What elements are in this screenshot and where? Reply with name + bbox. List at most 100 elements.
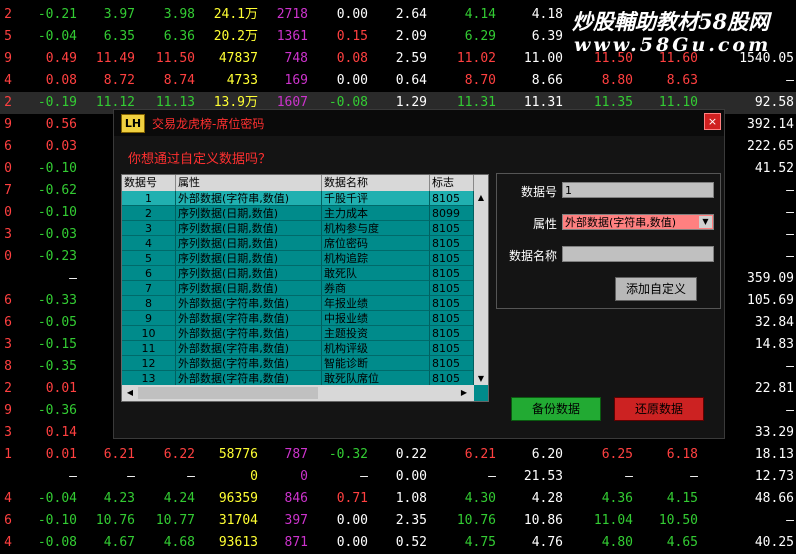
- attribute-select-value: 外部数据(字符串,数值): [565, 216, 677, 229]
- close-button[interactable]: ×: [704, 113, 721, 130]
- table-cell: 8105: [430, 236, 474, 251]
- table-cell: 8105: [430, 281, 474, 296]
- scroll-left-icon[interactable]: ◀: [124, 385, 136, 401]
- quote-cell: 846: [284, 491, 308, 506]
- table-row[interactable]: 3 序列数据(日期,数值) 机构参与度 8105: [122, 221, 474, 236]
- table-cell: 主力成本: [322, 206, 430, 221]
- table-row[interactable]: 8 外部数据(字符串,数值) 年报业绩 8105: [122, 296, 474, 311]
- column-header-data-no[interactable]: 数据号: [122, 175, 176, 191]
- quote-cell: 0.52: [395, 535, 427, 550]
- table-cell: 4: [122, 236, 176, 251]
- backup-data-button[interactable]: 备份数据: [511, 397, 601, 421]
- quote-cell: 0.15: [336, 29, 368, 44]
- horizontal-scroll-thumb[interactable]: [138, 387, 318, 399]
- table-cell: 券商: [322, 281, 430, 296]
- quote-row[interactable]: – – – 0 0 – 0.00 – 21.53 – – 12.73: [0, 466, 796, 488]
- quote-cell: 4733: [226, 73, 258, 88]
- quote-cell: 8.80: [601, 73, 633, 88]
- table-cell: 外部数据(字符串,数值): [176, 191, 322, 206]
- quote-cell: 748: [284, 51, 308, 66]
- quote-cell: 40.25: [754, 535, 794, 550]
- table-cell: 机构参与度: [322, 221, 430, 236]
- quote-cell: -0.15: [37, 337, 77, 352]
- quote-cell: 169: [284, 73, 308, 88]
- table-cell: 6: [122, 266, 176, 281]
- quote-row[interactable]: 4 -0.08 4.67 4.68 93613 871 0.00 0.52 4.75 4.76 4.…: [0, 532, 796, 554]
- quote-cell: 4.15: [666, 491, 698, 506]
- table-cell: 外部数据(字符串,数值): [176, 371, 322, 386]
- table-cell: 序列数据(日期,数值): [176, 266, 322, 281]
- table-cell: 序列数据(日期,数值): [176, 221, 322, 236]
- table-cell: 主题投资: [322, 326, 430, 341]
- table-row[interactable]: 2 序列数据(日期,数值) 主力成本 8099: [122, 206, 474, 221]
- quote-cell: 3.97: [103, 7, 135, 22]
- quote-row[interactable]: 1 0.01 6.21 6.22 58776 787 -0.32 0.22 6.21 6.20 6.…: [0, 444, 796, 466]
- custom-data-dialog: LH 交易龙虎榜-席位密码 × 你想通过自定义数据吗？ 数据号 属性 数据名称 …: [113, 109, 725, 439]
- dialog-titlebar[interactable]: LH 交易龙虎榜-席位密码 ×: [114, 110, 724, 136]
- quote-row[interactable]: 4 -0.04 4.23 4.24 96359 846 0.71 1.08 4.30 4.28 4.…: [0, 488, 796, 510]
- table-cell: 8105: [430, 356, 474, 371]
- table-row[interactable]: 12 外部数据(字符串,数值) 智能诊断 8105: [122, 356, 474, 371]
- scroll-up-icon[interactable]: ▲: [474, 191, 488, 204]
- quote-cell: 4.76: [531, 535, 563, 550]
- table-row[interactable]: 5 序列数据(日期,数值) 机构追踪 8105: [122, 251, 474, 266]
- table-row[interactable]: 6 序列数据(日期,数值) 敢死队 8105: [122, 266, 474, 281]
- quote-cell: 58776: [218, 447, 258, 462]
- table-row[interactable]: 9 外部数据(字符串,数值) 中报业绩 8105: [122, 311, 474, 326]
- quote-cell: 9: [4, 117, 12, 132]
- table-row[interactable]: 10 外部数据(字符串,数值) 主题投资 8105: [122, 326, 474, 341]
- quote-cell: -0.03: [37, 227, 77, 242]
- table-cell: 机构追踪: [322, 251, 430, 266]
- quote-cell: 0.14: [45, 425, 77, 440]
- column-header-attribute[interactable]: 属性: [176, 175, 322, 191]
- watermark: 炒股輔助教材58股网 www.58Gu.com: [572, 6, 794, 60]
- table-vertical-scrollbar[interactable]: ▲ ▼: [474, 191, 488, 385]
- chevron-down-icon[interactable]: ▼: [699, 216, 712, 228]
- custom-data-table[interactable]: 数据号 属性 数据名称 标志 1 外部数据(字符串,数值) 千股千评 8105 2 序列数…: [121, 174, 489, 402]
- quote-cell: 11.00: [523, 51, 563, 66]
- data-name-input[interactable]: [562, 246, 714, 262]
- restore-data-button[interactable]: 还原数据: [614, 397, 704, 421]
- quote-cell: 48.66: [754, 491, 794, 506]
- quote-cell: 0: [4, 205, 12, 220]
- table-row[interactable]: 11 外部数据(字符串,数值) 机构评级 8105: [122, 341, 474, 356]
- scroll-down-icon[interactable]: ▼: [474, 372, 488, 385]
- quote-cell: 2.64: [395, 7, 427, 22]
- data-no-input[interactable]: 1: [562, 182, 714, 198]
- table-cell: 1: [122, 191, 176, 206]
- quote-cell: 787: [284, 447, 308, 462]
- quote-cell: 5: [4, 29, 12, 44]
- table-cell: 敢死队席位: [322, 371, 430, 386]
- attribute-select[interactable]: 外部数据(字符串,数值) ▼: [562, 214, 714, 230]
- quote-cell: 96359: [218, 491, 258, 506]
- table-row[interactable]: 1 外部数据(字符串,数值) 千股千评 8105: [122, 191, 474, 206]
- quote-cell: 31704: [218, 513, 258, 528]
- add-custom-button[interactable]: 添加自定义: [615, 277, 697, 301]
- column-header-data-name[interactable]: 数据名称: [322, 175, 430, 191]
- quote-cell: 0.56: [45, 117, 77, 132]
- quote-cell: 3: [4, 227, 12, 242]
- table-row[interactable]: 4 序列数据(日期,数值) 席位密码 8105: [122, 236, 474, 251]
- quote-row[interactable]: 4 0.08 8.72 8.74 4733 169 0.00 0.64 8.70 8.66 8.80…: [0, 70, 796, 92]
- quote-cell: 2: [4, 95, 12, 110]
- quote-cell: –: [360, 469, 368, 484]
- scroll-right-icon[interactable]: ▶: [458, 385, 470, 401]
- quote-cell: 0.00: [336, 513, 368, 528]
- table-cell: 13: [122, 371, 176, 386]
- quote-cell: 2: [4, 381, 12, 396]
- column-header-flag[interactable]: 标志: [430, 175, 474, 191]
- table-cell: 8105: [430, 296, 474, 311]
- table-cell: 序列数据(日期,数值): [176, 236, 322, 251]
- quote-cell: 8: [4, 359, 12, 374]
- table-cell: 10: [122, 326, 176, 341]
- table-cell: 12: [122, 356, 176, 371]
- table-horizontal-scrollbar[interactable]: ◀ ▶: [122, 385, 474, 401]
- table-cell: 11: [122, 341, 176, 356]
- table-row[interactable]: 7 序列数据(日期,数值) 券商 8105: [122, 281, 474, 296]
- quote-cell: –: [786, 73, 794, 88]
- quote-cell: –: [69, 271, 77, 286]
- table-cell: 8105: [430, 251, 474, 266]
- quote-row[interactable]: 6 -0.10 10.76 10.77 31704 397 0.00 2.35 10.76 10.…: [0, 510, 796, 532]
- quote-cell: 11.49: [95, 51, 135, 66]
- table-row[interactable]: 13 外部数据(字符串,数值) 敢死队席位 8105: [122, 371, 474, 386]
